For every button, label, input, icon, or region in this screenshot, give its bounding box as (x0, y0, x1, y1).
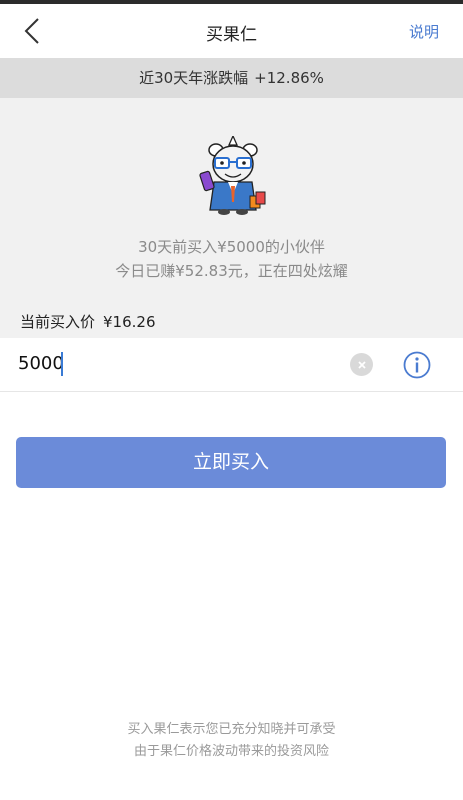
buy-now-button[interactable]: 立即买入 (16, 437, 446, 488)
help-link[interactable]: 说明 (409, 21, 439, 42)
page-title: 买果仁 (206, 25, 257, 45)
rhino-mascot (198, 134, 268, 216)
risk-disclaimer-line-2: 由于果仁价格波动带来的投资风险 (133, 744, 329, 759)
nav-bar: 买果仁 说明 (0, 4, 463, 58)
text-caret (61, 352, 63, 376)
info-panel: 30天前买入¥5000的小伙伴 今日已赚¥52.83元，正在四处炫耀 当前买入价… (0, 98, 463, 338)
promo-line-2: 今日已赚¥52.83元，正在四处炫耀 (115, 262, 348, 280)
current-price: 当前买入价 ¥16.26 (20, 311, 156, 332)
promo-line-1: 30天前买入¥5000的小伙伴 (138, 238, 325, 256)
change-banner: 近30天年涨跌幅 +12.86% (0, 58, 463, 98)
info-button[interactable] (403, 351, 431, 379)
risk-disclaimer-line-1: 买入果仁表示您已充分知晓并可承受 (127, 722, 336, 737)
amount-row (0, 338, 463, 392)
price-label: 当前买入价 (20, 313, 96, 331)
change-value: +12.86% (254, 69, 324, 87)
price-value: ¥16.26 (103, 313, 156, 331)
change-label: 近30天年涨跌幅 (139, 69, 249, 87)
info-icon (403, 351, 431, 379)
amount-input[interactable] (18, 353, 318, 374)
clear-button[interactable] (350, 353, 373, 376)
clear-icon (357, 360, 366, 369)
